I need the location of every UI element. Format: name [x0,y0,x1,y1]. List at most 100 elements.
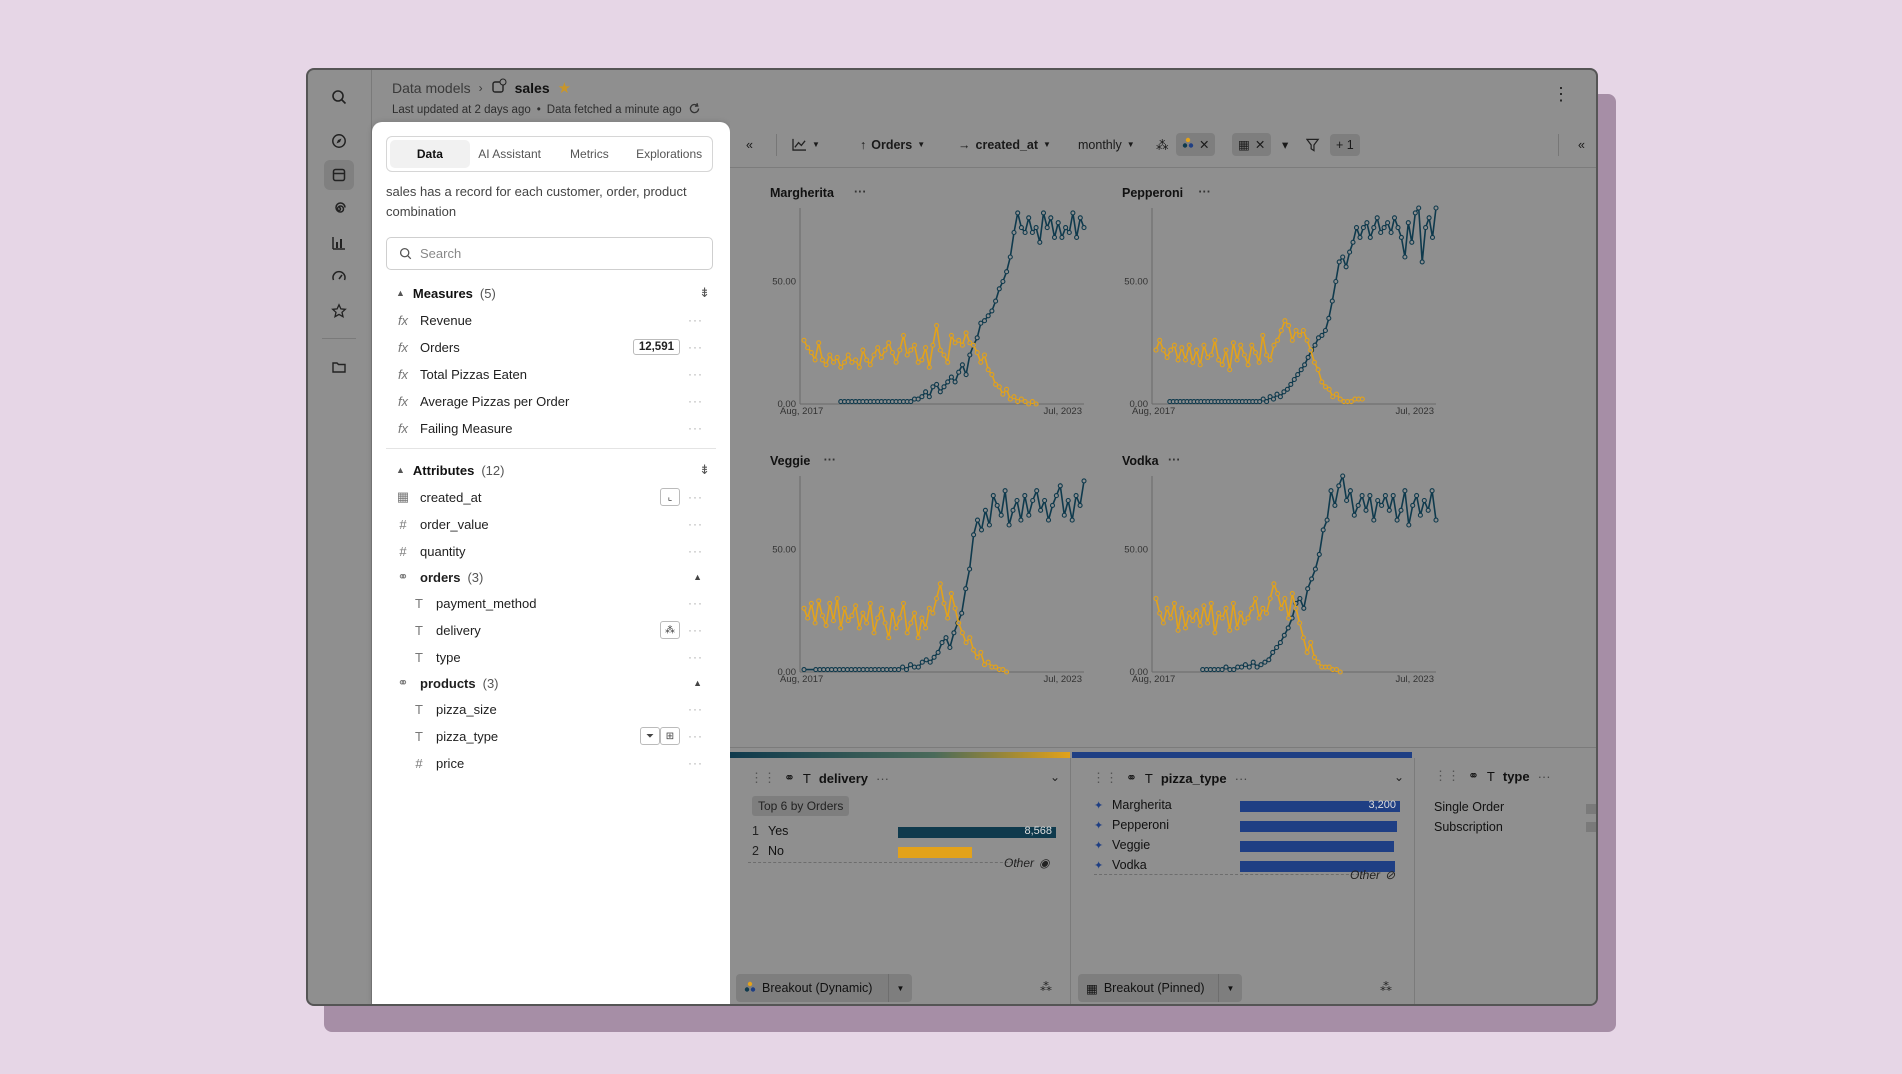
data-point-no[interactable] [856,625,862,631]
data-point-yes[interactable] [1402,488,1408,494]
data-point-yes[interactable] [900,664,906,670]
data-point-yes[interactable] [1388,229,1394,236]
data-point-no[interactable] [1011,394,1017,400]
data-point-yes[interactable] [1258,662,1264,668]
data-point-yes[interactable] [911,664,917,670]
data-point-yes[interactable] [1069,517,1075,523]
data-point-no[interactable] [981,352,988,358]
data-point-no[interactable] [1175,357,1181,363]
data-point-no[interactable] [930,610,936,616]
data-point-no[interactable] [1212,337,1218,343]
collapse-right-icon[interactable]: « [1578,138,1585,152]
data-point-no[interactable] [1252,350,1259,356]
favorite-star-icon[interactable]: ★ [558,79,571,97]
data-point-yes[interactable] [1298,367,1304,373]
bar-chart-icon[interactable] [324,228,354,258]
caret-down-icon[interactable]: ▾ [1282,137,1288,152]
data-point-yes[interactable] [1410,502,1416,508]
data-point-yes[interactable] [1277,394,1283,400]
data-point-yes[interactable] [1010,507,1016,513]
data-point-no[interactable] [1311,654,1317,660]
data-point-no[interactable] [801,605,807,611]
drag-handle-icon[interactable]: ⋮⋮ [1092,770,1118,786]
data-point-no[interactable] [1168,347,1174,353]
data-point-yes[interactable] [1385,220,1391,226]
data-point-no[interactable] [1171,342,1177,348]
data-point-no[interactable] [893,625,899,631]
data-point-no[interactable] [1263,352,1270,358]
data-point-yes[interactable] [1291,376,1297,383]
search-icon[interactable] [324,82,354,112]
data-point-yes[interactable] [1219,667,1225,673]
more-icon[interactable]: ··· [876,771,889,786]
data-point-yes[interactable] [1026,215,1032,221]
data-point-no[interactable] [908,347,914,353]
more-icon[interactable]: ··· [688,421,703,435]
tab-data[interactable]: Data [390,140,470,168]
data-point-no[interactable] [867,362,873,368]
more-icon[interactable]: ··· [688,623,703,637]
data-point-yes[interactable] [1066,229,1072,236]
data-point-yes[interactable] [1378,229,1384,236]
data-point-yes[interactable] [1364,220,1370,226]
data-point-yes[interactable] [1374,215,1380,221]
delivery-row-no[interactable]: 2 No [752,844,784,858]
data-point-no[interactable] [1230,340,1236,346]
data-point-no[interactable] [930,342,936,348]
data-point-yes[interactable] [1425,507,1431,513]
data-point-yes[interactable] [1312,566,1318,572]
measure-select[interactable]: ↑ Orders ▼ [860,138,925,152]
refresh-icon[interactable] [688,102,701,118]
measure-average-pizzas[interactable]: fx Average Pizzas per Order ··· [372,387,730,415]
measure-total-pizzas[interactable]: fx Total Pizzas Eaten ··· [372,360,730,388]
data-point-no[interactable] [908,620,914,626]
data-point-no[interactable] [978,359,984,365]
data-point-no[interactable] [900,332,907,338]
data-point-yes[interactable] [996,286,1002,292]
data-point-yes[interactable] [1081,478,1087,484]
data-point-yes[interactable] [1029,229,1035,236]
data-point-no[interactable] [1278,605,1284,611]
pin-icon[interactable]: ✦ [1094,859,1112,872]
data-point-yes[interactable] [1037,239,1043,245]
measure-failing[interactable]: fx Failing Measure ··· [372,414,730,442]
data-point-no[interactable] [1256,615,1262,621]
data-point-yes[interactable] [1274,644,1280,651]
data-point-yes[interactable] [934,381,940,387]
data-point-yes[interactable] [907,662,914,668]
data-point-yes[interactable] [990,493,996,499]
data-point-no[interactable] [1004,386,1010,392]
data-point-yes[interactable] [1081,225,1087,231]
data-point-yes[interactable] [1382,493,1388,499]
data-point-yes[interactable] [941,384,947,390]
data-point-yes[interactable] [919,659,925,665]
data-point-no[interactable] [1227,627,1233,633]
data-point-no[interactable] [1278,327,1284,334]
data-point-no[interactable] [823,362,829,368]
data-point-yes[interactable] [1367,234,1373,240]
data-point-no[interactable] [1263,610,1270,616]
data-point-yes[interactable] [1295,372,1301,378]
data-point-yes[interactable] [1073,493,1079,499]
eye-off-icon[interactable]: ⊘ [1385,868,1395,882]
data-point-yes[interactable] [1018,517,1024,523]
data-point-yes[interactable] [974,335,980,341]
data-point-yes[interactable] [1033,225,1039,231]
data-point-yes[interactable] [1264,399,1270,405]
data-point-yes[interactable] [1367,493,1373,499]
data-point-no[interactable] [1201,342,1207,348]
data-point-no[interactable] [830,618,837,624]
data-point-yes[interactable] [1386,507,1392,513]
data-point-no[interactable] [1216,357,1222,363]
data-point-no[interactable] [1208,352,1214,358]
attributes-section-header[interactable]: ▲ Attributes (12) ⇟ [372,456,730,484]
eye-icon[interactable]: ◉ [1039,856,1049,870]
data-point-no[interactable] [945,359,951,365]
pizza-type-bar[interactable] [1240,821,1397,832]
data-point-yes[interactable] [1049,502,1056,508]
data-point-no[interactable] [1153,595,1159,602]
attribute-quantity[interactable]: # quantity ··· [372,537,730,565]
data-point-yes[interactable] [868,667,874,673]
color-breakout-icon[interactable]: ⁂ [660,621,680,639]
data-point-yes[interactable] [1326,315,1332,321]
